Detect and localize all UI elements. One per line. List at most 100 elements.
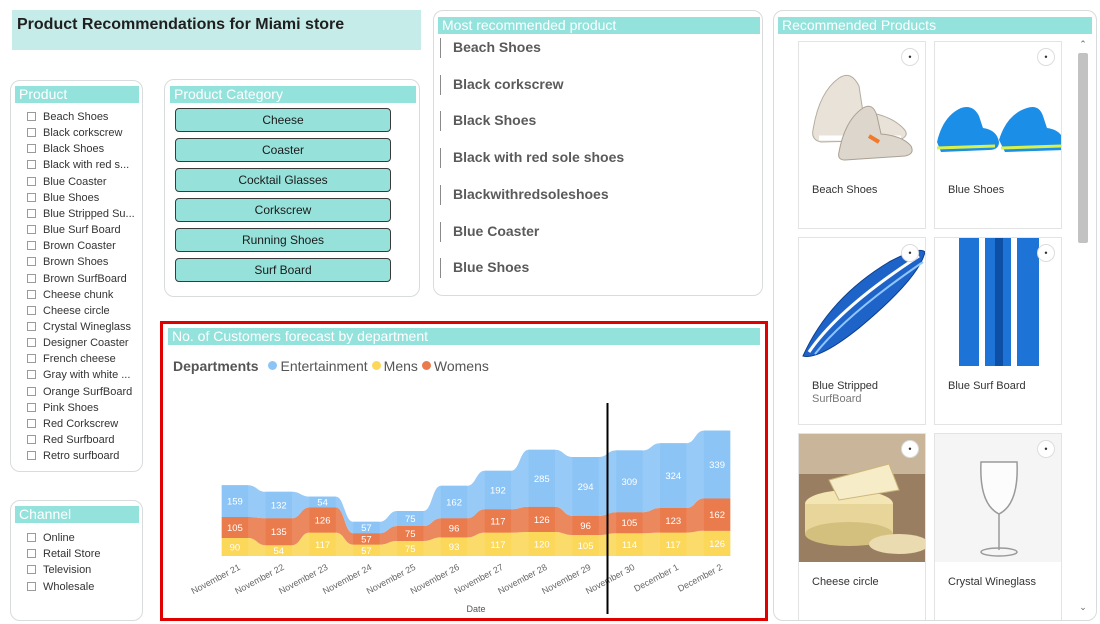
category-slicer-header: Product Category	[170, 86, 416, 103]
product-item[interactable]: Blue Coaster	[27, 175, 107, 191]
checkbox[interactable]	[27, 241, 36, 251]
checkbox[interactable]	[27, 402, 36, 412]
checkbox[interactable]	[27, 354, 36, 364]
most-recommended-item[interactable]: Blue Shoes	[440, 258, 529, 279]
category-button[interactable]: Running Shoes	[175, 228, 391, 252]
product-item[interactable]: Cheese chunk	[27, 288, 113, 304]
slicer-item-label: Retail Store	[43, 548, 101, 561]
category-button[interactable]: Corkscrew	[175, 198, 391, 222]
slicer-item-label: Television	[43, 564, 92, 577]
most-recommended-item[interactable]: Blackwithredsoleshoes	[440, 184, 609, 205]
product-item[interactable]: Blue Shoes	[27, 191, 99, 207]
category-button[interactable]: Cocktail Glasses	[175, 168, 391, 192]
checkbox[interactable]	[27, 565, 36, 575]
recommended-products-header: Recommended Products	[778, 17, 1092, 34]
slicer-item-label: Red Surfboard	[43, 434, 115, 446]
product-card[interactable]: • Blue Stripped SurfBoard	[798, 237, 926, 425]
checkbox[interactable]	[27, 338, 36, 348]
checkbox[interactable]	[27, 581, 36, 591]
checkbox[interactable]	[27, 386, 36, 396]
slicer-item-label: Black with red s...	[43, 159, 130, 172]
slicer-item-label: Brown Shoes	[43, 256, 109, 269]
product-card-name: Blue Stripped	[812, 380, 879, 392]
product-item[interactable]: Blue Surf Board	[27, 223, 121, 239]
checkbox[interactable]	[27, 533, 36, 542]
slicer-item-label: Blue Surf Board	[43, 224, 121, 237]
checkbox[interactable]	[27, 435, 36, 444]
product-item[interactable]: Beach Shoes	[27, 110, 108, 126]
checkbox[interactable]	[27, 160, 36, 170]
checkbox[interactable]	[27, 192, 36, 202]
product-item[interactable]: Brown SurfBoard	[27, 272, 127, 288]
product-item[interactable]: Black Shoes	[27, 142, 104, 158]
thumbnail-badge-icon: •	[1037, 244, 1055, 262]
scroll-up-icon[interactable]: ⌃	[1078, 39, 1088, 49]
channel-item[interactable]: Wholesale	[27, 580, 94, 596]
channel-item[interactable]: Retail Store	[27, 547, 100, 563]
product-item[interactable]: Brown Shoes	[27, 255, 108, 271]
product-card-subname: SurfBoard	[812, 393, 862, 405]
checkbox[interactable]	[27, 418, 36, 428]
slicer-item-label: Online	[43, 532, 75, 544]
most-recommended-item[interactable]: Black corkscrew	[440, 74, 564, 95]
checkbox[interactable]	[27, 305, 36, 315]
slicer-item-label: Blue Shoes	[43, 191, 100, 204]
scrollbar[interactable]: ⌃ ⌄	[1076, 39, 1090, 617]
channel-item[interactable]: Television	[27, 563, 91, 579]
most-recommended-item[interactable]: Black Shoes	[440, 111, 536, 132]
product-card-name: Cheese circle	[812, 576, 879, 588]
product-item[interactable]: Black corkscrew	[27, 126, 122, 142]
product-card[interactable]: • Blue Shoes	[934, 41, 1062, 229]
most-recommended-item[interactable]: Black with red sole shoes	[440, 148, 624, 169]
channel-item[interactable]: Online	[27, 531, 75, 547]
most-recommended-item[interactable]: Beach Shoes	[440, 38, 541, 58]
product-card-name: Crystal Wineglass	[948, 576, 1037, 588]
slicer-item-label: Retro surfboard	[43, 450, 120, 463]
checkbox[interactable]	[27, 273, 36, 283]
product-card[interactable]: • Crystal Wineglass	[934, 433, 1062, 620]
product-item[interactable]: Cheese circle	[27, 304, 110, 320]
scroll-thumb[interactable]	[1078, 53, 1088, 243]
product-item[interactable]: Blue Stripped Su...	[27, 207, 135, 223]
product-card[interactable]: • Beach Shoes	[798, 41, 926, 229]
product-card-name: Beach Shoes	[812, 184, 878, 196]
checkbox[interactable]	[27, 370, 36, 380]
product-item[interactable]: French cheese	[27, 352, 116, 368]
product-item[interactable]: Red Corkscrew	[27, 417, 118, 433]
thumbnail-badge-icon: •	[901, 440, 919, 458]
checkbox[interactable]	[27, 257, 36, 267]
checkbox[interactable]	[27, 289, 36, 299]
product-card-name: Blue Shoes	[948, 184, 1005, 196]
product-slicer-header: Product	[15, 86, 139, 103]
checkbox[interactable]	[27, 451, 36, 461]
slicer-item-label: Black Shoes	[43, 143, 105, 156]
checkbox[interactable]	[27, 321, 36, 331]
product-item[interactable]: Orange SurfBoard	[27, 385, 132, 401]
checkbox[interactable]	[27, 112, 36, 121]
checkbox[interactable]	[27, 549, 36, 559]
most-recommended-item[interactable]: Blue Coaster	[440, 221, 539, 242]
product-card[interactable]: • Cheese circle	[798, 433, 926, 620]
category-button[interactable]: Coaster	[175, 138, 391, 162]
category-button[interactable]: Cheese	[175, 108, 391, 132]
product-card[interactable]: • Blue Surf Board	[934, 237, 1062, 425]
thumbnail-badge-icon: •	[901, 244, 919, 262]
product-item[interactable]: Pink Shoes	[27, 401, 99, 417]
channel-slicer: Channel Online Retail Store Television Whol…	[10, 500, 143, 621]
product-item[interactable]: Crystal Wineglass	[27, 320, 131, 336]
slicer-item-label: Beach Shoes	[43, 111, 109, 123]
checkbox[interactable]	[27, 208, 36, 218]
product-item[interactable]: Gray with white ...	[27, 368, 130, 384]
thumbnail-badge-icon: •	[1037, 440, 1055, 458]
checkbox[interactable]	[27, 176, 36, 186]
category-button[interactable]: Surf Board	[175, 258, 391, 282]
product-item[interactable]: Retro surfboard	[27, 449, 119, 465]
product-item[interactable]: Brown Coaster	[27, 239, 116, 255]
scroll-down-icon[interactable]: ⌄	[1078, 602, 1088, 612]
checkbox[interactable]	[27, 128, 36, 138]
checkbox[interactable]	[27, 225, 36, 235]
checkbox[interactable]	[27, 144, 36, 154]
product-item[interactable]: Designer Coaster	[27, 336, 129, 352]
product-item[interactable]: Black with red s...	[27, 158, 129, 174]
product-item[interactable]: Red Surfboard	[27, 433, 115, 449]
